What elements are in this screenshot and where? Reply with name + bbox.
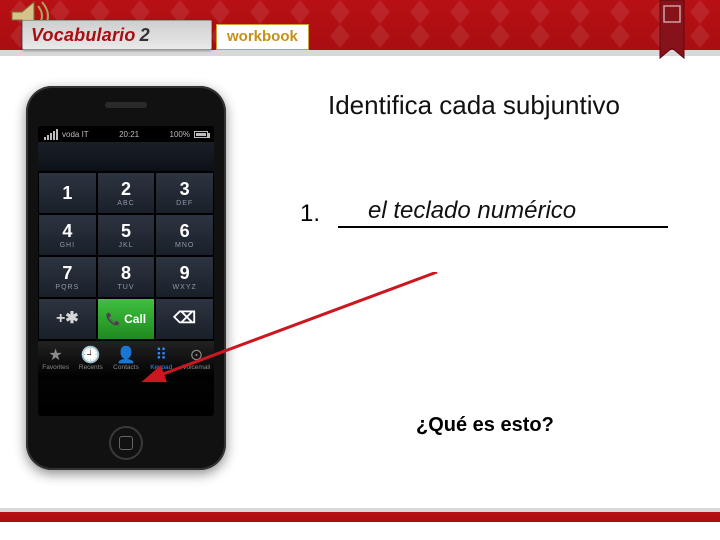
key-letters: DEF (176, 200, 193, 207)
key-letters: WXYZ (173, 284, 197, 291)
phone-tab-voicemail: ⊙ Voicemail (179, 341, 214, 378)
voicemail-icon: ⊙ (189, 348, 203, 362)
workbook-label: workbook (227, 28, 298, 45)
keypad-call-button: 📞 Call (97, 298, 156, 340)
keypad-key-1: 1 (38, 172, 97, 214)
battery-icon (194, 131, 208, 138)
instruction-text: Identifica cada subjuntivo (328, 90, 620, 121)
keypad-key-5: 5 JKL (97, 214, 156, 256)
recents-icon: 🕘 (84, 348, 98, 362)
key-digit: +✱ (56, 311, 79, 327)
dial-number-display (38, 142, 214, 172)
phone-earpiece (105, 102, 147, 108)
contacts-icon: 👤 (119, 348, 133, 362)
favorites-icon: ★ (49, 348, 63, 362)
footer-bar (0, 512, 720, 522)
statusbar-time: 20:21 (119, 130, 139, 139)
key-letters: PQRS (55, 284, 79, 291)
key-digit: 3 (180, 180, 190, 198)
keypad-key-4: 4 GHI (38, 214, 97, 256)
phone-screen: voda IT 20:21 100% 1 2 ABC 3 DEF 4 GHI 5 JKL 6 MNO… (38, 126, 214, 416)
key-digit: 4 (62, 222, 72, 240)
key-letters: JKL (118, 242, 133, 249)
phone-tabbar: ★ Favorites 🕘 Recents 👤 Contacts ⠿ Keypad ⊙ Voice… (38, 340, 214, 378)
signal-bars-icon (44, 129, 58, 140)
phone-tab-contacts: 👤 Contacts (108, 341, 143, 378)
key-digit: 7 (62, 264, 72, 282)
vocab-title-plate: Vocabulario 2 (22, 20, 212, 50)
keypad-key-2: 2 ABC (97, 172, 156, 214)
key-digit: 5 (121, 222, 131, 240)
answer-underline (338, 226, 668, 228)
header-underline (0, 50, 720, 56)
key-digit: 2 (121, 180, 131, 198)
workbook-tab[interactable]: workbook (216, 24, 309, 50)
keypad-key-3: 3 DEF (155, 172, 214, 214)
tab-label: Contacts (113, 364, 139, 371)
phone-tab-keypad: ⠿ Keypad (144, 341, 179, 378)
phone-tab-recents: 🕘 Recents (73, 341, 108, 378)
battery-pct: 100% (170, 130, 190, 139)
keypad-key-7: 7 PQRS (38, 256, 97, 298)
phone-statusbar: voda IT 20:21 100% (38, 126, 214, 142)
key-digit: 9 (180, 264, 190, 282)
prompt-question: ¿Qué es esto? (416, 414, 554, 437)
key-digit: ⌫ (173, 311, 196, 327)
tab-label: Favorites (42, 364, 69, 371)
keypad-key-8: 8 TUV (97, 256, 156, 298)
key-letters: GHI (60, 242, 75, 249)
key-letters: MNO (175, 242, 194, 249)
keypad-key-6: 6 MNO (155, 214, 214, 256)
vocab-title-number: 2 (140, 25, 150, 46)
keypad-icon: ⠿ (154, 348, 168, 362)
key-letters: TUV (117, 284, 134, 291)
carrier-label: voda IT (62, 130, 89, 139)
key-digit: 1 (62, 184, 72, 202)
keypad-key-9: 9 WXYZ (155, 256, 214, 298)
key-digit: 6 (180, 222, 190, 240)
question-number: 1. (300, 200, 320, 228)
key-digit: 8 (121, 264, 131, 282)
phone-illustration: voda IT 20:21 100% 1 2 ABC 3 DEF 4 GHI 5 JKL 6 MNO… (26, 86, 226, 470)
phone-home-button (109, 426, 143, 460)
question-line: 1. el teclado numérico (300, 194, 668, 228)
tab-label: Recents (79, 364, 103, 371)
answer-blank: el teclado numérico (338, 194, 668, 228)
vocab-title-text: Vocabulario (31, 25, 136, 46)
key-letters: ABC (117, 200, 134, 207)
bookmark-icon (658, 0, 686, 66)
tab-label: Keypad (150, 364, 172, 371)
phone-tab-favorites: ★ Favorites (38, 341, 73, 378)
key-digit: 📞 Call (106, 313, 146, 325)
tab-label: Voicemail (183, 364, 211, 371)
phone-keypad: 1 2 ABC 3 DEF 4 GHI 5 JKL 6 MNO 7 PQRS 8 TUV 9 WXYZ +✱ 📞 C… (38, 172, 214, 340)
answer-text: el teclado numérico (368, 197, 576, 225)
keypad-backspace: ⌫ (155, 298, 214, 340)
keypad-key-+✱: +✱ (38, 298, 97, 340)
